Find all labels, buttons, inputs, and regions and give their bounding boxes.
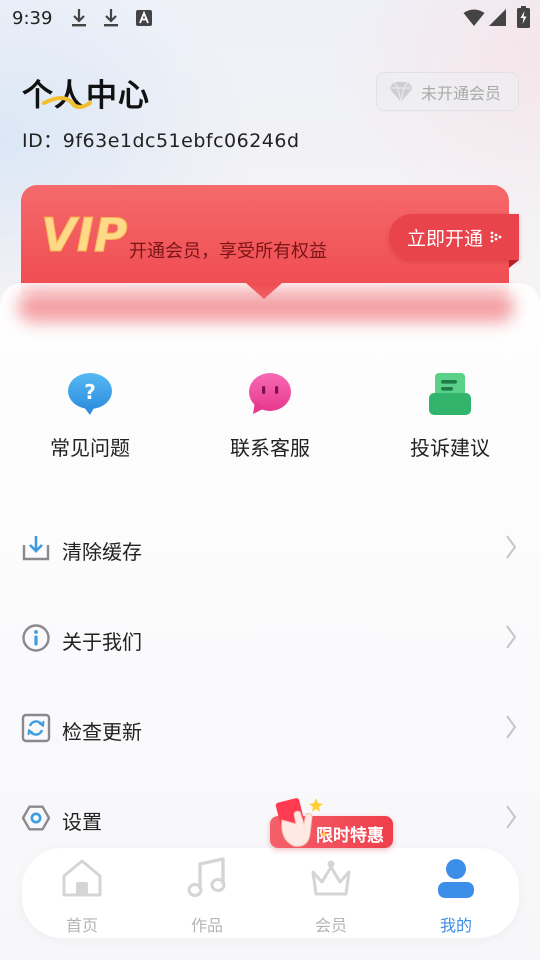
menu-label: 检查更新 xyxy=(62,720,142,744)
chevron-right-icon xyxy=(506,535,517,559)
menu-row-check-update[interactable]: 检查更新 xyxy=(0,698,540,758)
chevron-right-icon xyxy=(506,715,517,739)
nav-label: 首页 xyxy=(65,916,98,935)
quick-action-feedback[interactable]: 投诉建议 xyxy=(370,370,530,461)
status-time: 9:39 xyxy=(12,8,53,29)
settings-icon xyxy=(21,805,51,831)
quick-action-label: 投诉建议 xyxy=(410,436,490,460)
nav-item-home[interactable]: 首页 xyxy=(42,856,122,936)
nav-label: 会员 xyxy=(314,916,347,935)
chevron-right-icon xyxy=(506,805,517,829)
wifi-icon xyxy=(463,9,485,26)
vip-button-fold xyxy=(509,260,519,268)
user-id: ID：9f63e1dc51ebfc06246d xyxy=(22,130,300,152)
nav-item-mine[interactable]: 我的 xyxy=(416,856,496,936)
vip-description: 开通会员，享受所有权益 xyxy=(129,241,327,262)
quick-action-faq[interactable]: ? 常见问题 xyxy=(10,370,170,461)
app-notification-icon xyxy=(136,10,152,26)
user-icon xyxy=(438,859,474,898)
menu-label: 关于我们 xyxy=(62,630,142,654)
download-notification-icon xyxy=(104,9,118,27)
quick-action-label: 常见问题 xyxy=(50,436,130,460)
quick-action-customer-service[interactable]: 联系客服 xyxy=(190,370,350,461)
hand-holding-card-icon xyxy=(275,798,328,847)
title-swoosh-decoration xyxy=(42,96,92,109)
cellular-signal-icon xyxy=(489,9,506,26)
feedback-box-icon xyxy=(429,373,471,415)
menu-row-about-us[interactable]: 关于我们 xyxy=(0,608,540,668)
menu-label: 设置 xyxy=(62,810,102,834)
music-note-icon xyxy=(187,857,226,897)
nav-item-membership[interactable]: 会员 xyxy=(291,856,371,936)
customer-service-icon xyxy=(249,373,291,414)
nav-label: 我的 xyxy=(439,916,472,935)
dots-arrow-icon xyxy=(490,231,502,243)
menu-label: 清除缓存 xyxy=(62,540,142,564)
member-status-button[interactable]: 未开通会员 xyxy=(376,72,519,111)
chevron-right-icon xyxy=(506,625,517,649)
vip-benefits-blurred xyxy=(18,292,514,322)
nav-item-works[interactable]: 作品 xyxy=(167,856,247,936)
vip-open-label: 立即开通 xyxy=(407,227,484,250)
quick-action-label: 联系客服 xyxy=(230,436,310,460)
crown-icon xyxy=(311,860,351,896)
download-tray-icon xyxy=(22,536,50,561)
svg-text:?: ? xyxy=(84,380,96,404)
refresh-icon xyxy=(21,713,51,743)
vip-logo: VIP xyxy=(41,209,128,257)
menu-row-clear-cache[interactable]: 清除缓存 xyxy=(0,518,540,578)
question-chat-icon: ? xyxy=(68,373,112,415)
status-bar: 9:39 xyxy=(0,0,540,36)
svg-text:VIP: VIP xyxy=(41,209,128,257)
bottom-nav: 首页 作品 会员 我的 xyxy=(22,848,519,938)
member-status-label: 未开通会员 xyxy=(421,83,502,103)
nav-label: 作品 xyxy=(190,916,223,935)
info-icon xyxy=(22,624,50,652)
home-icon xyxy=(62,859,102,897)
battery-charging-icon xyxy=(517,6,530,28)
download-notification-icon xyxy=(72,9,86,27)
diamond-icon xyxy=(389,81,413,102)
vip-open-button[interactable]: 立即开通 xyxy=(389,214,519,260)
